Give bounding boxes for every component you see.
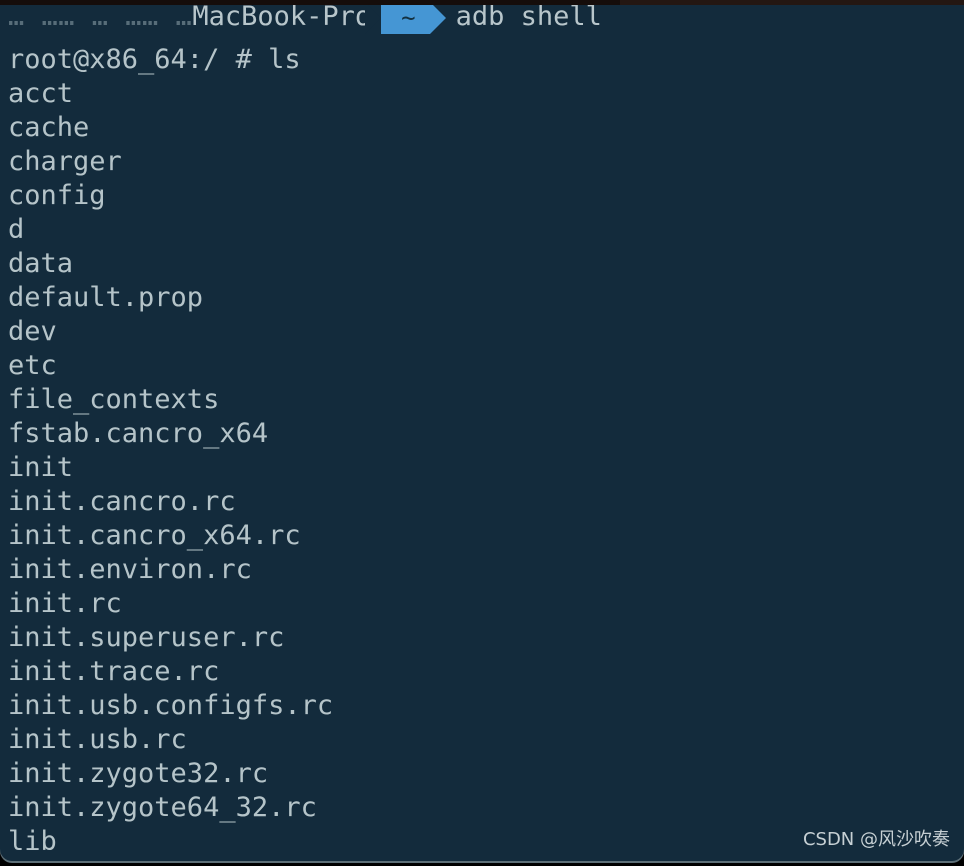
output-line: data (8, 248, 74, 279)
output-line: init.rc (8, 588, 122, 619)
output-line: init.zygote64_32.rc (8, 792, 317, 823)
output-line: init.cancro.rc (8, 486, 236, 517)
output-line: init.cancro_x64.rc (8, 520, 301, 551)
prompt-hostname: MacBook-Pro (192, 5, 372, 32)
output-line: init.environ.rc (8, 554, 252, 585)
output-line: init.usb.rc (8, 724, 187, 755)
prompt-clipped-prefix: … …… … …… … (8, 5, 193, 32)
output-line: dev (8, 316, 57, 347)
output-line: cache (8, 112, 90, 143)
shell-command-line: root@x86_64:/ # ls (8, 44, 301, 75)
output-line: fstab.cancro_x64 (8, 418, 269, 449)
terminal-output: root@x86_64:/ # ls acct cache charger co… (8, 43, 958, 859)
csdn-watermark: CSDN @风沙吹奏 (802, 829, 950, 850)
output-line: charger (8, 146, 122, 177)
output-line: init.usb.configfs.rc (8, 690, 334, 721)
prompt-command: adb shell (455, 5, 602, 32)
output-line: acct (8, 78, 74, 109)
output-line: init.trace.rc (8, 656, 220, 687)
prompt-path-badge: ~ (364, 5, 447, 34)
output-line: default.prop (8, 282, 204, 313)
output-line: config (8, 180, 106, 211)
output-line: init.zygote32.rc (8, 758, 269, 789)
shell-prompt-line: … …… … …… …MacBook-Pro ~ adb shell (0, 5, 964, 38)
output-line: init (8, 452, 74, 483)
terminal-window[interactable]: … …… … …… …MacBook-Pro ~ adb shell root@x8… (0, 5, 964, 861)
output-line: file_contexts (8, 384, 220, 415)
terminal-screenshot: … …… … …… …MacBook-Pro ~ adb shell root@x8… (0, 0, 964, 866)
output-line: d (8, 214, 25, 245)
prompt-path-label: ~ (401, 5, 416, 32)
output-line: init.superuser.rc (8, 622, 285, 653)
output-line: etc (8, 350, 57, 381)
